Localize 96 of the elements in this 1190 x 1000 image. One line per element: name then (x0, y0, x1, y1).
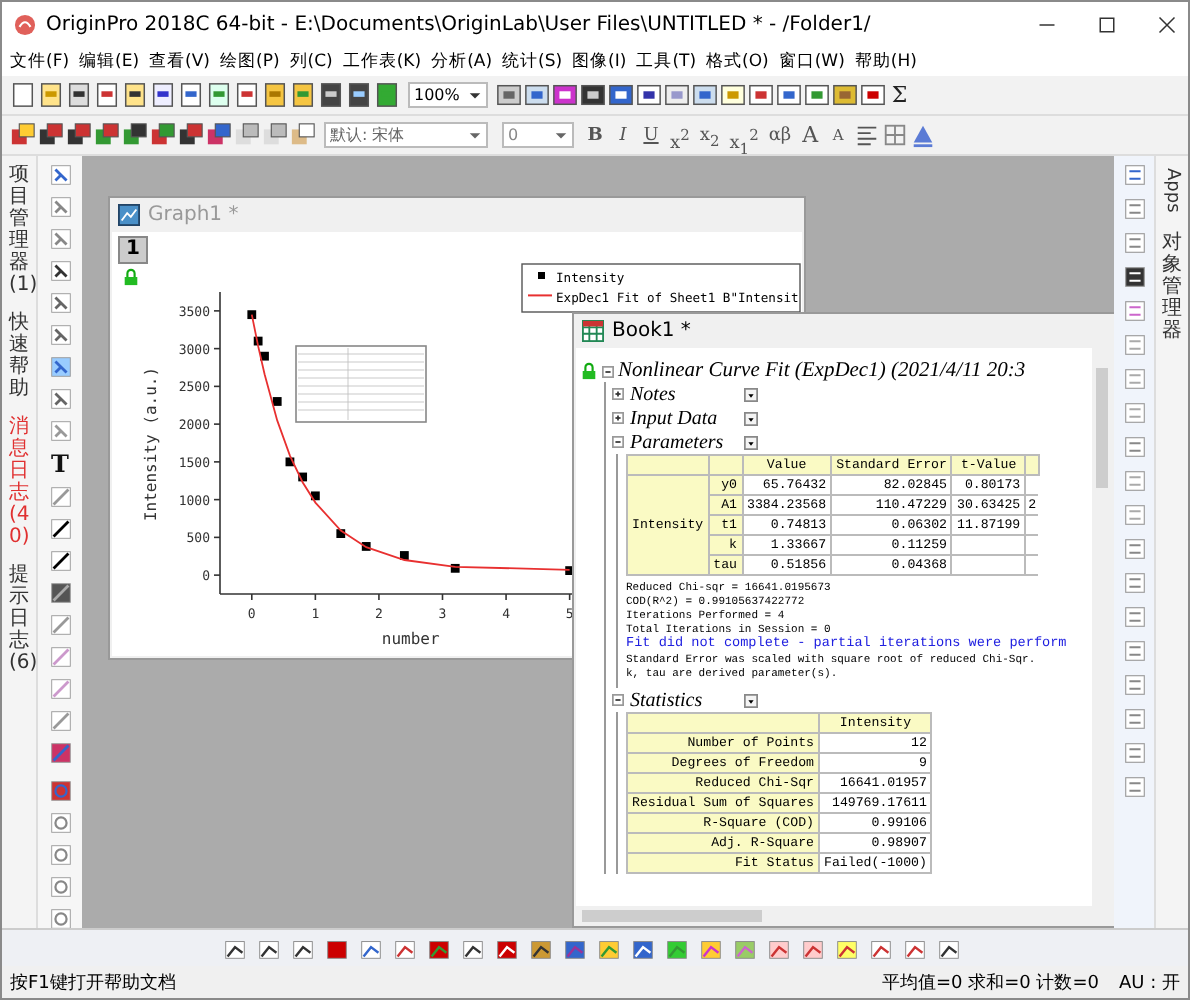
page-icon[interactable] (234, 82, 260, 108)
caret-icon (467, 88, 482, 102)
sum-button[interactable]: Σ (887, 81, 912, 109)
x-axis-label: number (381, 630, 440, 648)
dropdown-icon[interactable] (744, 693, 758, 707)
font-dropdown[interactable]: 默认: 宋体 (324, 122, 488, 148)
side-panel-tab[interactable]: 消息日志 (40) (9, 416, 29, 548)
maximize-icon[interactable] (1098, 15, 1116, 33)
fit-table-drawing (295, 345, 427, 423)
legend-marker (538, 272, 545, 279)
menu-item[interactable]: 窗口(W) (778, 49, 845, 73)
menu-item[interactable]: 工作表(K) (342, 49, 422, 73)
lock-icon (122, 268, 140, 286)
format-button[interactable]: x$_{2}$ (695, 121, 724, 149)
legend-line (527, 294, 553, 297)
format-button[interactable]: x$^{2}$ (666, 121, 694, 149)
menu-item[interactable]: 文件(F) (10, 49, 70, 73)
menu-item[interactable]: 列(C) (289, 49, 333, 73)
side-panel-tab[interactable]: 快速帮助 (9, 312, 29, 400)
layer-icon[interactable] (66, 122, 92, 148)
dropdown-icon[interactable] (744, 387, 758, 401)
data-point (450, 563, 460, 573)
format-button[interactable]: U (638, 121, 664, 149)
page-icon[interactable] (66, 82, 92, 108)
layer-icon[interactable] (10, 122, 36, 148)
layer-icon[interactable] (206, 122, 232, 148)
dropdown-icon[interactable] (744, 411, 758, 425)
caret-icon (468, 128, 482, 142)
fill-color-icon[interactable] (909, 122, 936, 148)
menu-item[interactable]: 帮助(H) (854, 49, 917, 73)
expand-icon[interactable] (612, 388, 624, 400)
lock-icon (580, 362, 598, 380)
layer-icon[interactable] (178, 122, 204, 148)
collapse-icon[interactable] (612, 694, 624, 706)
menu-item[interactable]: 编辑(E) (79, 49, 140, 73)
data-point (260, 351, 269, 361)
menu-item[interactable]: 工具(T) (636, 49, 697, 73)
layer-icon[interactable] (150, 122, 176, 148)
menu-item[interactable]: 格式(O) (706, 49, 769, 73)
layer-icon[interactable] (94, 122, 120, 148)
pointer-icon[interactable] (47, 162, 73, 188)
app-logo-icon (14, 13, 36, 35)
report-title: Nonlinear Curve Fit (ExpDec1) (2021/4/11 20:3 (618, 360, 1026, 382)
window-title: Book1 * (612, 320, 691, 342)
zoom-dropdown[interactable]: 100% (408, 82, 488, 108)
layer-number-button[interactable]: 1 (118, 236, 148, 264)
text-tool-button[interactable]: T (51, 450, 69, 478)
data-point (272, 397, 282, 406)
side-panel-tab[interactable]: 对象管理器 (1162, 232, 1182, 343)
data-point (285, 457, 295, 467)
graph-window-icon (118, 204, 140, 226)
page-icon[interactable] (10, 82, 36, 108)
section-title: Notes (630, 383, 678, 405)
menu-item[interactable]: 统计(S) (502, 49, 563, 73)
page-icon[interactable] (206, 82, 232, 108)
menu-item[interactable]: 图像(I) (572, 49, 627, 73)
layer-icon[interactable] (38, 122, 64, 148)
status-hint: 按F1键打开帮助文档 (10, 971, 176, 995)
y-axis-label: Intensity (a.u.) (142, 366, 160, 522)
section-title: Statistics (630, 689, 705, 711)
layer-icon[interactable] (122, 122, 148, 148)
page-icon[interactable] (178, 82, 204, 108)
font-size-dropdown[interactable]: 0 (502, 122, 574, 148)
format-button[interactable]: B (582, 121, 608, 149)
data-point (253, 336, 263, 346)
format-button[interactable]: A (797, 121, 824, 149)
page-icon[interactable] (94, 82, 120, 108)
data-point (298, 472, 308, 482)
align-icon[interactable] (853, 122, 880, 148)
menu-item[interactable]: 查看(V) (149, 49, 210, 73)
dropdown-icon[interactable] (744, 435, 758, 449)
section-title: Input Data (630, 407, 720, 429)
data-point (399, 551, 409, 560)
data-point (310, 491, 320, 501)
page-icon[interactable] (38, 82, 64, 108)
menu-item[interactable]: 分析(A) (431, 49, 493, 73)
workbook-window-icon (582, 320, 604, 342)
format-button[interactable]: αβ (764, 121, 796, 149)
line-icon[interactable] (47, 548, 73, 574)
side-panel-tab[interactable]: Apps (1162, 168, 1182, 213)
close-icon[interactable] (1158, 15, 1176, 33)
menu-item[interactable]: 绘图(P) (220, 49, 280, 73)
section-title: Parameters (630, 431, 726, 453)
status-statistics: 平均值=0 求和=0 计数=0 (881, 971, 1099, 995)
window-title: OriginPro 2018C 64-bit - E:\Documents\OriginLab\User Files\UNTITLED * - /Folder1/ (46, 13, 873, 35)
expand-icon[interactable] (612, 412, 624, 424)
data-point (361, 542, 371, 551)
window-title: Graph1 * (148, 204, 239, 226)
collapse-icon[interactable] (612, 436, 624, 448)
data-point (247, 310, 257, 320)
data-point (336, 529, 346, 538)
page-icon[interactable] (122, 82, 148, 108)
caret-icon (554, 128, 568, 142)
status-au: AU : 开 (1119, 971, 1180, 995)
format-button[interactable]: I (610, 121, 636, 149)
collapse-icon[interactable] (602, 365, 614, 377)
